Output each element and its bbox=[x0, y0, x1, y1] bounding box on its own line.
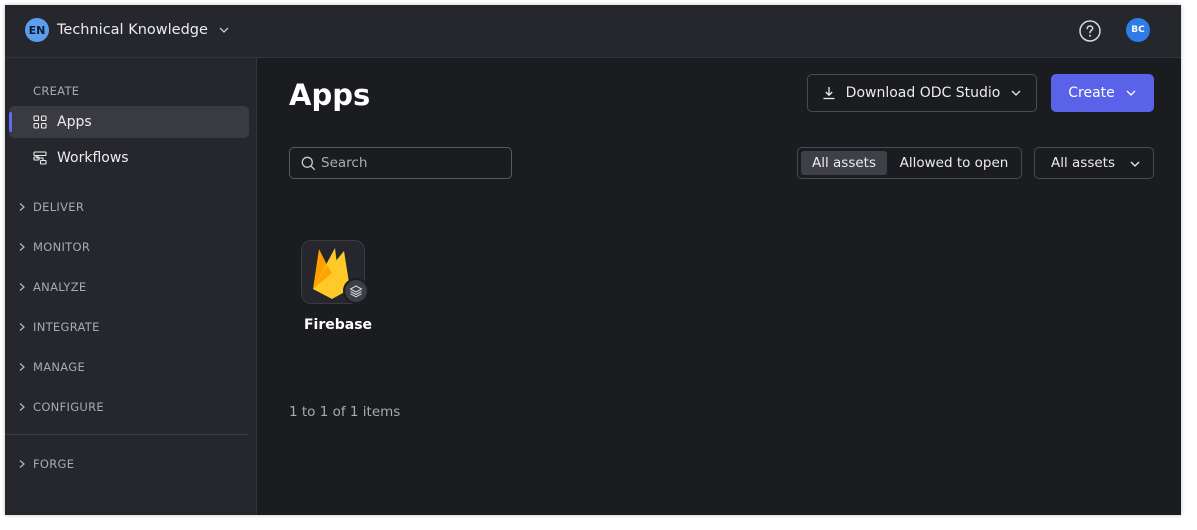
chevron-down-icon bbox=[218, 24, 230, 36]
sidebar-section-label: FORGE bbox=[33, 457, 75, 471]
sidebar-section-label: INTEGRATE bbox=[33, 320, 100, 334]
segment-allowed-to-open[interactable]: Allowed to open bbox=[890, 151, 1018, 175]
chevron-right-icon bbox=[17, 402, 27, 412]
chevron-down-icon bbox=[1129, 158, 1141, 170]
chevron-down-icon bbox=[1125, 87, 1137, 99]
page-title: Apps bbox=[289, 78, 371, 112]
download-button-label: Download ODC Studio bbox=[845, 85, 1001, 101]
chevron-right-icon bbox=[17, 202, 27, 212]
search-box bbox=[289, 147, 512, 179]
sidebar-section-create: CREATE bbox=[33, 84, 80, 98]
top-bar: EN Technical Knowledge BC bbox=[5, 5, 1181, 58]
chevron-right-icon bbox=[17, 242, 27, 252]
pagination-summary: 1 to 1 of 1 items bbox=[289, 404, 401, 420]
sidebar-section-configure[interactable]: CONFIGURE bbox=[17, 399, 104, 415]
sidebar-section-label: MONITOR bbox=[33, 240, 91, 254]
asset-scope-toggle: All assets Allowed to open bbox=[797, 147, 1022, 179]
org-switcher[interactable]: EN Technical Knowledge bbox=[25, 18, 230, 42]
sidebar-item-label: Apps bbox=[57, 114, 92, 130]
create-button[interactable]: Create bbox=[1051, 74, 1154, 112]
main-content: Apps Download ODC Studio Create Search A… bbox=[257, 58, 1181, 515]
sidebar-item-apps[interactable]: Apps bbox=[9, 106, 249, 138]
download-icon bbox=[822, 86, 836, 100]
grid-icon bbox=[33, 115, 47, 129]
sidebar-item-label: Workflows bbox=[57, 150, 129, 166]
sidebar: CREATE Apps Workflows DELIVER MONITOR AN… bbox=[5, 58, 257, 515]
sidebar-section-deliver[interactable]: DELIVER bbox=[17, 199, 84, 215]
download-odc-studio-button[interactable]: Download ODC Studio bbox=[807, 74, 1037, 112]
create-button-label: Create bbox=[1068, 85, 1115, 101]
app-card-firebase[interactable]: Firebase bbox=[297, 233, 377, 333]
layers-icon bbox=[343, 278, 369, 304]
sidebar-section-manage[interactable]: MANAGE bbox=[17, 359, 85, 375]
sidebar-section-analyze[interactable]: ANALYZE bbox=[17, 279, 87, 295]
sidebar-section-label: DELIVER bbox=[33, 200, 85, 214]
chevron-right-icon bbox=[17, 362, 27, 372]
app-name: Firebase bbox=[303, 317, 373, 333]
sidebar-section-integrate[interactable]: INTEGRATE bbox=[17, 319, 100, 335]
search-icon bbox=[301, 156, 316, 171]
org-name: Technical Knowledge bbox=[57, 22, 208, 38]
sidebar-section-monitor[interactable]: MONITOR bbox=[17, 239, 90, 255]
chevron-right-icon bbox=[17, 459, 27, 469]
sidebar-section-forge[interactable]: FORGE bbox=[17, 456, 74, 472]
user-avatar[interactable]: BC bbox=[1126, 18, 1150, 42]
asset-filter-select[interactable]: All assets bbox=[1034, 147, 1154, 179]
chevron-right-icon bbox=[17, 282, 27, 292]
chevron-down-icon bbox=[1010, 87, 1022, 99]
sidebar-section-label: MANAGE bbox=[33, 360, 86, 374]
chevron-right-icon bbox=[17, 322, 27, 332]
segment-all-assets[interactable]: All assets bbox=[801, 151, 887, 175]
sidebar-section-label: CONFIGURE bbox=[33, 400, 104, 414]
sidebar-divider bbox=[5, 434, 249, 435]
sidebar-section-label: ANALYZE bbox=[33, 280, 87, 294]
workflow-icon bbox=[33, 151, 47, 165]
app-window: EN Technical Knowledge BC CREATE Apps Wo… bbox=[5, 5, 1181, 515]
search-input[interactable] bbox=[321, 148, 506, 178]
sidebar-item-workflows[interactable]: Workflows bbox=[9, 142, 249, 174]
help-icon[interactable] bbox=[1078, 19, 1102, 43]
filter-select-value: All assets bbox=[1051, 155, 1115, 171]
org-avatar: EN bbox=[25, 18, 49, 42]
